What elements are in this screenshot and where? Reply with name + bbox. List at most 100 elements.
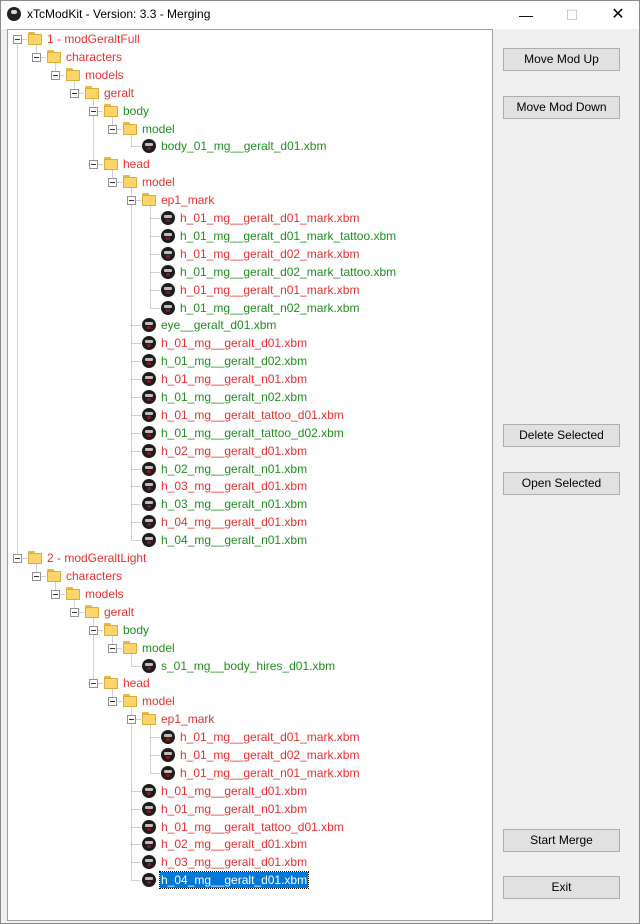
tree-folder-node[interactable]: 1 - modGeraltFull [8,31,488,47]
tree-file-node[interactable]: h_04_mg__geralt_d01.xbm [8,514,488,530]
maximize-button[interactable]: ☐ [549,1,595,29]
tree-node-label[interactable]: h_03_mg__geralt_n01.xbm [160,496,308,512]
collapse-toggle-icon[interactable] [32,53,41,62]
collapse-toggle-icon[interactable] [127,196,136,205]
tree-node-label[interactable]: h_01_mg__geralt_n02.xbm [160,389,308,405]
tree-node-label[interactable]: h_02_mg__geralt_d01.xbm [160,836,308,852]
tree-node-label[interactable]: h_01_mg__geralt_n01.xbm [160,801,308,817]
tree-file-node[interactable]: h_02_mg__geralt_d01.xbm [8,836,488,852]
tree-node-label[interactable]: h_02_mg__geralt_d01.xbm [160,443,308,459]
tree-folder-node[interactable]: characters [8,49,488,65]
tree-file-node[interactable]: h_01_mg__geralt_n02.xbm [8,389,488,405]
exit-button[interactable]: Exit [503,876,620,899]
collapse-toggle-icon[interactable] [127,715,136,724]
collapse-toggle-icon[interactable] [13,35,22,44]
tree-file-node[interactable]: h_01_mg__geralt_d02_mark.xbm [8,747,488,763]
tree-file-node[interactable]: eye__geralt_d01.xbm [8,317,488,333]
tree-node-label[interactable]: 2 - modGeraltLight [46,550,147,566]
tree-node-label[interactable]: model [141,174,176,190]
tree-node-label[interactable]: h_04_mg__geralt_d01.xbm [160,514,308,530]
tree-file-node[interactable]: h_04_mg__geralt_d01.xbm [8,871,488,889]
tree-node-label[interactable]: h_04_mg__geralt_d01.xbm [158,871,310,889]
tree-node-label[interactable]: head [122,675,151,691]
tree-node-label[interactable]: ep1_mark [160,192,215,208]
tree-folder-node[interactable]: body [8,622,488,638]
tree-node-label[interactable]: 1 - modGeraltFull [46,31,141,47]
collapse-toggle-icon[interactable] [13,554,22,563]
tree-folder-node[interactable]: geralt [8,604,488,620]
minimize-button[interactable]: — [503,1,549,29]
tree-node-label[interactable]: h_01_mg__geralt_d01_mark.xbm [179,729,360,745]
tree-node-label[interactable]: h_02_mg__geralt_n01.xbm [160,461,308,477]
collapse-toggle-icon[interactable] [51,590,60,599]
tree-file-node[interactable]: h_01_mg__geralt_n01_mark.xbm [8,282,488,298]
collapse-toggle-icon[interactable] [51,71,60,80]
collapse-toggle-icon[interactable] [70,608,79,617]
collapse-toggle-icon[interactable] [108,697,117,706]
tree-folder-node[interactable]: geralt [8,85,488,101]
start-merge-button[interactable]: Start Merge [503,829,620,852]
tree-node-label[interactable]: h_01_mg__geralt_d01.xbm [160,783,308,799]
tree-file-node[interactable]: h_01_mg__geralt_d02_mark_tattoo.xbm [8,264,488,280]
tree-folder-node[interactable]: body [8,103,488,119]
close-button[interactable]: ✕ [595,1,640,29]
tree-folder-node[interactable]: characters [8,568,488,584]
tree-node-label[interactable]: h_01_mg__geralt_tattoo_d01.xbm [160,407,345,423]
tree-file-node[interactable]: h_04_mg__geralt_n01.xbm [8,532,488,548]
tree-node-label[interactable]: models [84,586,125,602]
tree-node-label[interactable]: eye__geralt_d01.xbm [160,317,277,333]
tree-node-label[interactable]: h_01_mg__geralt_d02.xbm [160,353,308,369]
tree-file-node[interactable]: h_01_mg__geralt_tattoo_d01.xbm [8,819,488,835]
tree-folder-node[interactable]: model [8,174,488,190]
tree-folder-node[interactable]: 2 - modGeraltLight [8,550,488,566]
tree-file-node[interactable]: h_01_mg__geralt_n02_mark.xbm [8,300,488,316]
tree-node-label[interactable]: model [141,121,176,137]
collapse-toggle-icon[interactable] [70,89,79,98]
tree-file-node[interactable]: h_03_mg__geralt_d01.xbm [8,478,488,494]
tree-node-label[interactable]: model [141,693,176,709]
tree-node-label[interactable]: h_03_mg__geralt_d01.xbm [160,854,308,870]
tree-node-label[interactable]: body_01_mg__geralt_d01.xbm [160,138,327,154]
tree-node-label[interactable]: h_01_mg__geralt_d02_mark_tattoo.xbm [179,264,397,280]
tree-folder-node[interactable]: head [8,156,488,172]
tree-file-node[interactable]: h_01_mg__geralt_tattoo_d01.xbm [8,407,488,423]
tree-node-label[interactable]: h_01_mg__geralt_d01_mark_tattoo.xbm [179,228,397,244]
tree-node-label[interactable]: h_01_mg__geralt_tattoo_d01.xbm [160,819,345,835]
tree-node-label[interactable]: body [122,622,150,638]
tree-node-label[interactable]: characters [65,568,123,584]
tree-node-label[interactable]: h_01_mg__geralt_tattoo_d02.xbm [160,425,345,441]
tree-node-label[interactable]: h_01_mg__geralt_n01_mark.xbm [179,765,360,781]
collapse-toggle-icon[interactable] [108,125,117,134]
tree-file-node[interactable]: s_01_mg__body_hires_d01.xbm [8,658,488,674]
collapse-toggle-icon[interactable] [89,626,98,635]
tree-node-label[interactable]: geralt [103,604,135,620]
open-selected-button[interactable]: Open Selected [503,472,620,495]
tree-node-label[interactable]: model [141,640,176,656]
tree-folder-node[interactable]: model [8,640,488,656]
tree-node-label[interactable]: h_03_mg__geralt_d01.xbm [160,478,308,494]
tree-node-label[interactable]: h_01_mg__geralt_d01_mark.xbm [179,210,360,226]
tree-file-node[interactable]: h_01_mg__geralt_d02.xbm [8,353,488,369]
tree-node-label[interactable]: models [84,67,125,83]
tree-file-node[interactable]: h_02_mg__geralt_n01.xbm [8,461,488,477]
tree-node-label[interactable]: ep1_mark [160,711,215,727]
tree-folder-node[interactable]: models [8,67,488,83]
tree-file-node[interactable]: body_01_mg__geralt_d01.xbm [8,138,488,154]
tree-file-node[interactable]: h_01_mg__geralt_d01_mark_tattoo.xbm [8,228,488,244]
tree-node-label[interactable]: s_01_mg__body_hires_d01.xbm [160,658,336,674]
collapse-toggle-icon[interactable] [32,572,41,581]
tree-folder-node[interactable]: model [8,693,488,709]
tree-node-label[interactable]: geralt [103,85,135,101]
tree-node-label[interactable]: h_04_mg__geralt_n01.xbm [160,532,308,548]
tree-node-label[interactable]: h_01_mg__geralt_d02_mark.xbm [179,246,360,262]
tree-file-node[interactable]: h_01_mg__geralt_tattoo_d02.xbm [8,425,488,441]
tree-node-label[interactable]: head [122,156,151,172]
tree-node-label[interactable]: characters [65,49,123,65]
tree-folder-node[interactable]: models [8,586,488,602]
collapse-toggle-icon[interactable] [89,679,98,688]
tree-file-node[interactable]: h_01_mg__geralt_d02_mark.xbm [8,246,488,262]
collapse-toggle-icon[interactable] [108,644,117,653]
tree-file-node[interactable]: h_02_mg__geralt_d01.xbm [8,443,488,459]
tree-file-node[interactable]: h_01_mg__geralt_d01_mark.xbm [8,729,488,745]
tree-folder-node[interactable]: ep1_mark [8,192,488,208]
